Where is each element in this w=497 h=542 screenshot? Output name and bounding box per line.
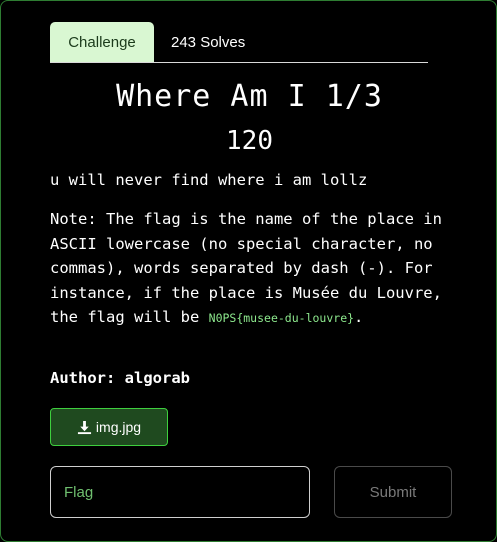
- challenge-note: Note: The flag is the name of the place …: [50, 207, 470, 331]
- submit-button[interactable]: Submit: [334, 466, 452, 518]
- challenge-author: Author: algorab: [50, 369, 190, 387]
- download-icon: [77, 420, 91, 434]
- challenge-title: Where Am I 1/3: [116, 79, 383, 114]
- flag-format-example: N0PS{musee-du-louvre}: [208, 311, 355, 325]
- challenge-tabs: Challenge 243 Solves: [50, 22, 428, 63]
- flag-input[interactable]: [50, 466, 310, 518]
- challenge-modal: Challenge 243 Solves Where Am I 1/3 120 …: [0, 0, 497, 542]
- file-name: img.jpg: [95, 419, 142, 435]
- tab-challenge[interactable]: Challenge: [50, 22, 154, 62]
- download-file-button[interactable]: img.jpg: [50, 408, 168, 446]
- note-text: Note: The flag is the name of the place …: [50, 210, 442, 326]
- tab-solves[interactable]: 243 Solves: [171, 22, 245, 62]
- challenge-value: 120: [226, 126, 273, 156]
- challenge-description: u will never find where i am lollz: [50, 171, 368, 189]
- note-end: .: [354, 308, 364, 326]
